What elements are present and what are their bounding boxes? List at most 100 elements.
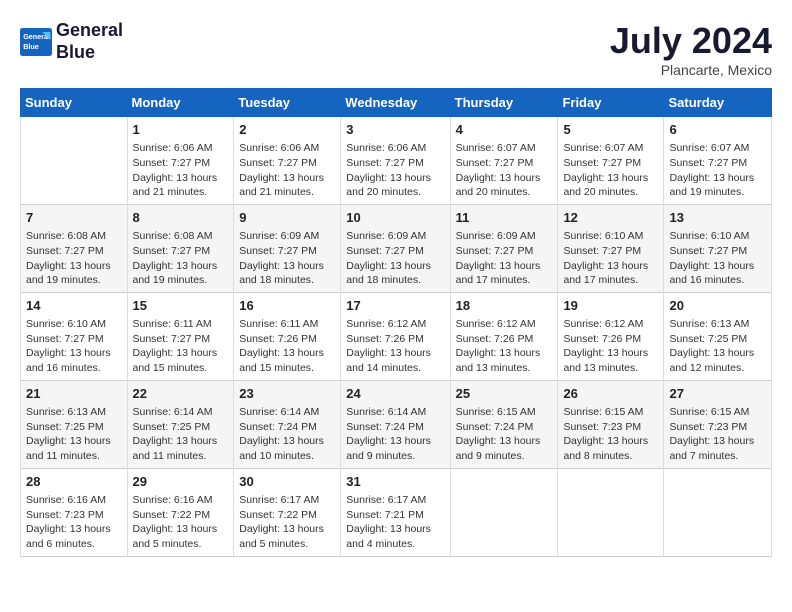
calendar-cell: 15 Sunrise: 6:11 AM Sunset: 7:27 PM Dayli… [127, 292, 234, 380]
calendar-cell: 22 Sunrise: 6:14 AM Sunset: 7:25 PM Dayli… [127, 380, 234, 468]
day-info: Sunrise: 6:09 AM Sunset: 7:27 PM Dayligh… [346, 229, 444, 288]
day-number: 3 [346, 121, 444, 139]
day-info: Sunrise: 6:10 AM Sunset: 7:27 PM Dayligh… [563, 229, 658, 288]
calendar-cell: 11 Sunrise: 6:09 AM Sunset: 7:27 PM Dayli… [450, 204, 558, 292]
day-number: 30 [239, 473, 335, 491]
calendar-week-row: 21 Sunrise: 6:13 AM Sunset: 7:25 PM Dayli… [21, 380, 772, 468]
day-number: 18 [456, 297, 553, 315]
day-info: Sunrise: 6:09 AM Sunset: 7:27 PM Dayligh… [456, 229, 553, 288]
header-cell-saturday: Saturday [664, 89, 772, 117]
logo-line1: General [56, 20, 123, 42]
day-number: 6 [669, 121, 766, 139]
day-info: Sunrise: 6:15 AM Sunset: 7:24 PM Dayligh… [456, 405, 553, 464]
logo-line2: Blue [56, 42, 123, 64]
day-info: Sunrise: 6:16 AM Sunset: 7:22 PM Dayligh… [133, 493, 229, 552]
calendar-cell: 5 Sunrise: 6:07 AM Sunset: 7:27 PM Daylig… [558, 117, 664, 205]
day-number: 9 [239, 209, 335, 227]
header-cell-tuesday: Tuesday [234, 89, 341, 117]
page-header: General Blue General Blue July 2024 Plan… [20, 20, 772, 78]
calendar-cell: 12 Sunrise: 6:10 AM Sunset: 7:27 PM Dayli… [558, 204, 664, 292]
day-number: 28 [26, 473, 122, 491]
calendar-cell [558, 468, 664, 556]
calendar-cell: 20 Sunrise: 6:13 AM Sunset: 7:25 PM Dayli… [664, 292, 772, 380]
day-number: 1 [133, 121, 229, 139]
calendar-cell: 2 Sunrise: 6:06 AM Sunset: 7:27 PM Daylig… [234, 117, 341, 205]
day-info: Sunrise: 6:08 AM Sunset: 7:27 PM Dayligh… [133, 229, 229, 288]
calendar-cell: 8 Sunrise: 6:08 AM Sunset: 7:27 PM Daylig… [127, 204, 234, 292]
day-info: Sunrise: 6:09 AM Sunset: 7:27 PM Dayligh… [239, 229, 335, 288]
header-cell-sunday: Sunday [21, 89, 128, 117]
day-info: Sunrise: 6:11 AM Sunset: 7:26 PM Dayligh… [239, 317, 335, 376]
day-info: Sunrise: 6:07 AM Sunset: 7:27 PM Dayligh… [456, 141, 553, 200]
calendar-cell: 16Sunrise: 6:11 AM Sunset: 7:26 PM Dayli… [234, 292, 341, 380]
calendar-cell: 18 Sunrise: 6:12 AM Sunset: 7:26 PM Dayli… [450, 292, 558, 380]
calendar-cell: 29Sunrise: 6:16 AM Sunset: 7:22 PM Dayli… [127, 468, 234, 556]
logo: General Blue General Blue [20, 20, 123, 63]
day-info: Sunrise: 6:06 AM Sunset: 7:27 PM Dayligh… [346, 141, 444, 200]
calendar-cell: 17 Sunrise: 6:12 AM Sunset: 7:26 PM Dayli… [341, 292, 450, 380]
calendar-cell: 21 Sunrise: 6:13 AM Sunset: 7:25 PM Dayli… [21, 380, 128, 468]
day-number: 14 [26, 297, 122, 315]
calendar-cell: 14 Sunrise: 6:10 AM Sunset: 7:27 PM Dayli… [21, 292, 128, 380]
calendar-week-row: 7 Sunrise: 6:08 AM Sunset: 7:27 PM Daylig… [21, 204, 772, 292]
day-number: 7 [26, 209, 122, 227]
day-info: Sunrise: 6:14 AM Sunset: 7:24 PM Dayligh… [239, 405, 335, 464]
day-number: 21 [26, 385, 122, 403]
day-info: Sunrise: 6:15 AM Sunset: 7:23 PM Dayligh… [563, 405, 658, 464]
day-number: 22 [133, 385, 229, 403]
day-number: 17 [346, 297, 444, 315]
day-info: Sunrise: 6:17 AM Sunset: 7:22 PM Dayligh… [239, 493, 335, 552]
day-number: 2 [239, 121, 335, 139]
day-info: Sunrise: 6:12 AM Sunset: 7:26 PM Dayligh… [346, 317, 444, 376]
day-number: 24 [346, 385, 444, 403]
day-number: 20 [669, 297, 766, 315]
day-number: 11 [456, 209, 553, 227]
calendar-cell: 31 Sunrise: 6:17 AM Sunset: 7:21 PM Dayli… [341, 468, 450, 556]
header-cell-wednesday: Wednesday [341, 89, 450, 117]
day-number: 5 [563, 121, 658, 139]
calendar-cell: 27Sunrise: 6:15 AM Sunset: 7:23 PM Dayli… [664, 380, 772, 468]
header-cell-monday: Monday [127, 89, 234, 117]
calendar-cell: 3 Sunrise: 6:06 AM Sunset: 7:27 PM Daylig… [341, 117, 450, 205]
calendar-week-row: 28Sunrise: 6:16 AM Sunset: 7:23 PM Dayli… [21, 468, 772, 556]
day-number: 8 [133, 209, 229, 227]
day-info: Sunrise: 6:12 AM Sunset: 7:26 PM Dayligh… [563, 317, 658, 376]
calendar-cell: 28Sunrise: 6:16 AM Sunset: 7:23 PM Dayli… [21, 468, 128, 556]
day-number: 31 [346, 473, 444, 491]
calendar-cell: 24Sunrise: 6:14 AM Sunset: 7:24 PM Dayli… [341, 380, 450, 468]
day-info: Sunrise: 6:10 AM Sunset: 7:27 PM Dayligh… [26, 317, 122, 376]
day-number: 19 [563, 297, 658, 315]
calendar-cell: 26Sunrise: 6:15 AM Sunset: 7:23 PM Dayli… [558, 380, 664, 468]
calendar-cell: 13Sunrise: 6:10 AM Sunset: 7:27 PM Dayli… [664, 204, 772, 292]
day-number: 12 [563, 209, 658, 227]
day-info: Sunrise: 6:13 AM Sunset: 7:25 PM Dayligh… [669, 317, 766, 376]
day-info: Sunrise: 6:14 AM Sunset: 7:25 PM Dayligh… [133, 405, 229, 464]
day-info: Sunrise: 6:06 AM Sunset: 7:27 PM Dayligh… [239, 141, 335, 200]
calendar-cell [450, 468, 558, 556]
calendar-cell: 25Sunrise: 6:15 AM Sunset: 7:24 PM Dayli… [450, 380, 558, 468]
header-cell-friday: Friday [558, 89, 664, 117]
calendar-header-row: SundayMondayTuesdayWednesdayThursdayFrid… [21, 89, 772, 117]
day-info: Sunrise: 6:11 AM Sunset: 7:27 PM Dayligh… [133, 317, 229, 376]
day-number: 23 [239, 385, 335, 403]
day-info: Sunrise: 6:17 AM Sunset: 7:21 PM Dayligh… [346, 493, 444, 552]
calendar-cell: 10Sunrise: 6:09 AM Sunset: 7:27 PM Dayli… [341, 204, 450, 292]
calendar-cell: 9 Sunrise: 6:09 AM Sunset: 7:27 PM Daylig… [234, 204, 341, 292]
calendar-cell: 7Sunrise: 6:08 AM Sunset: 7:27 PM Daylig… [21, 204, 128, 292]
day-info: Sunrise: 6:07 AM Sunset: 7:27 PM Dayligh… [563, 141, 658, 200]
svg-text:Blue: Blue [23, 41, 39, 50]
day-info: Sunrise: 6:12 AM Sunset: 7:26 PM Dayligh… [456, 317, 553, 376]
calendar-table: SundayMondayTuesdayWednesdayThursdayFrid… [20, 88, 772, 557]
calendar-cell [664, 468, 772, 556]
month-year-title: July 2024 [610, 20, 772, 62]
calendar-cell: 23 Sunrise: 6:14 AM Sunset: 7:24 PM Dayli… [234, 380, 341, 468]
day-number: 4 [456, 121, 553, 139]
location-subtitle: Plancarte, Mexico [610, 62, 772, 78]
day-number: 27 [669, 385, 766, 403]
title-block: July 2024 Plancarte, Mexico [610, 20, 772, 78]
calendar-cell: 19 Sunrise: 6:12 AM Sunset: 7:26 PM Dayli… [558, 292, 664, 380]
day-info: Sunrise: 6:07 AM Sunset: 7:27 PM Dayligh… [669, 141, 766, 200]
day-info: Sunrise: 6:13 AM Sunset: 7:25 PM Dayligh… [26, 405, 122, 464]
day-number: 15 [133, 297, 229, 315]
day-number: 13 [669, 209, 766, 227]
